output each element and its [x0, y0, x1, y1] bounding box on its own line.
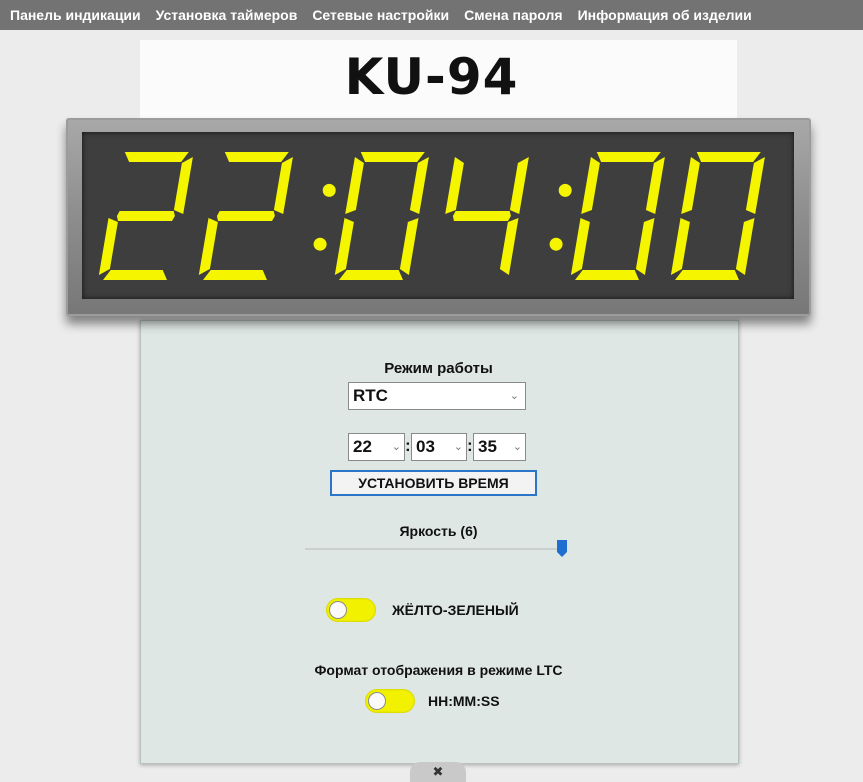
clock-digit-3-segment-g	[452, 211, 511, 221]
clock-digit-1-segment-e	[198, 218, 218, 275]
ltc-format-label: Формат отображения в режиме LTC	[314, 662, 563, 678]
seven-segment-clock	[98, 152, 765, 280]
clock-digit-3-segment-b	[509, 157, 529, 214]
chevron-down-icon: ⌄	[391, 441, 401, 453]
chevron-down-icon: ⌄	[509, 390, 519, 402]
clock-digit-4-segment-f	[581, 157, 600, 214]
ltc-format-toggle[interactable]	[365, 689, 415, 713]
clock-digit-3-segment-c	[499, 218, 519, 275]
clock-digit-5-segment-f	[681, 157, 700, 214]
clock-digit-2-segment-b	[409, 157, 429, 214]
clock-digit-0-segment-a	[124, 152, 189, 162]
nav-item-network-settings[interactable]: Сетевые настройки	[312, 7, 449, 23]
clock-digit-5-segment-d	[675, 270, 739, 280]
set-time-button[interactable]: УСТАНОВИТЬ ВРЕМЯ	[330, 470, 537, 496]
clock-digit-5-segment-e	[670, 218, 690, 275]
clock-digit-4-segment-c	[635, 218, 655, 275]
clock-digit-0-segment-b	[173, 157, 193, 214]
clock-digit-5-segment-b	[745, 157, 765, 214]
chevron-down-icon: ⌄	[512, 441, 522, 453]
clock-digit-2-segment-d	[339, 270, 403, 280]
clock-digit-2-segment-e	[334, 218, 354, 275]
time-separator: :	[405, 436, 411, 455]
clock-digit-4-segment-b	[645, 157, 665, 214]
clock-digit-5-segment-c	[735, 218, 755, 275]
clock-digit-2-segment-f	[345, 157, 364, 214]
mode-select-value: RTC	[353, 386, 388, 405]
clock-digit-0-segment-d	[103, 270, 167, 280]
minutes-value: 03	[416, 437, 435, 456]
clock-digit-1-segment-d	[203, 270, 267, 280]
clock-digit-3-segment-f	[445, 157, 464, 214]
clock-colon-dot	[322, 183, 336, 197]
mode-select[interactable]: RTC ⌄	[348, 382, 526, 410]
wrench-icon: ✖	[432, 764, 444, 779]
mode-label: Режим работы	[384, 360, 493, 377]
chevron-down-icon: ⌄	[453, 441, 463, 453]
clock-screen	[82, 132, 794, 299]
top-nav: Панель индикации Установка таймеров Сете…	[0, 0, 863, 30]
color-mode-toggle[interactable]	[326, 598, 376, 622]
clock-digit-4-segment-e	[570, 218, 590, 275]
clock-digit-1-segment-b	[273, 157, 293, 214]
clock-display	[66, 118, 811, 316]
brightness-slider-thumb[interactable]	[557, 540, 567, 557]
clock-digit-4-segment-a	[596, 152, 661, 162]
nav-item-indication-panel[interactable]: Панель индикации	[10, 7, 141, 23]
ltc-format-value: HH:MM:SS	[428, 693, 500, 709]
color-mode-label: ЖЁЛТО-ЗЕЛЕНЫЙ	[392, 602, 519, 618]
clock-colon-dot	[549, 237, 563, 251]
seconds-select[interactable]: 35 ⌄	[473, 433, 526, 461]
clock-digit-1-segment-g	[216, 211, 275, 221]
brightness-label: Яркость (6)	[399, 523, 478, 539]
clock-colon-dot	[313, 237, 327, 251]
clock-digit-4-segment-d	[575, 270, 639, 280]
clock-colon-dot	[558, 183, 572, 197]
minutes-select[interactable]: 03 ⌄	[411, 433, 467, 461]
page-title: KU-94	[344, 48, 519, 106]
clock-digit-1-segment-a	[224, 152, 289, 162]
toggle-knob	[368, 692, 386, 710]
seconds-value: 35	[478, 437, 497, 456]
hours-value: 22	[353, 437, 372, 456]
hours-select[interactable]: 22 ⌄	[348, 433, 405, 461]
clock-digit-5-segment-a	[696, 152, 761, 162]
brightness-slider[interactable]	[305, 548, 563, 550]
toggle-knob	[329, 601, 347, 619]
clock-digit-2-segment-c	[399, 218, 419, 275]
nav-item-timer-setup[interactable]: Установка таймеров	[156, 7, 298, 23]
clock-digit-0-segment-g	[116, 211, 175, 221]
clock-digit-2-segment-a	[360, 152, 425, 162]
nav-item-change-password[interactable]: Смена пароля	[464, 7, 562, 23]
settings-tab[interactable]: ✖	[410, 762, 466, 782]
nav-item-device-info[interactable]: Информация об изделии	[578, 7, 752, 23]
clock-digit-0-segment-e	[98, 218, 118, 275]
time-separator: :	[467, 436, 473, 455]
